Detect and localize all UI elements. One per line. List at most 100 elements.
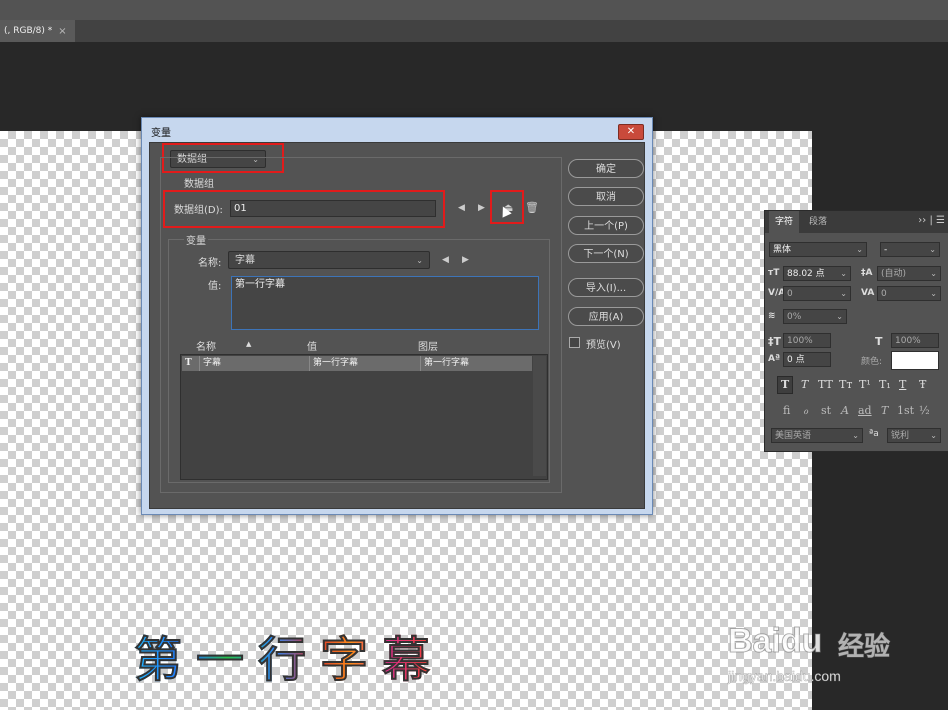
dataset-field[interactable]: 01 [230,200,436,217]
swash-button[interactable]: A [841,404,849,417]
ok-button[interactable]: 确定 [568,159,644,178]
font-family-value: 黑体 [773,245,792,255]
text-layer-icon: T [182,356,200,371]
tracking-icon: VA [861,288,875,298]
dialog-body: 数据组 ⌄ 数据组 数据组(D): 01 ◀ ▶ ⏏ 🗑 变量 名称: 字幕 ⌄… [149,142,645,509]
next-dataset-icon[interactable]: ▶ [478,203,485,213]
prev-dataset-icon[interactable]: ◀ [458,203,465,213]
close-icon[interactable]: × [58,26,66,37]
app-menu-bar [0,0,948,20]
kerning-field[interactable]: 0 ⌄ [783,286,851,301]
dialog-title-bar[interactable]: 变量 ✕ [142,118,652,142]
value-text: 第一行字幕 [235,279,285,290]
font-style-value: - [884,245,888,255]
horizontal-scale-value: 100% [895,336,921,346]
anti-alias-icon: ªa [869,429,879,439]
language-value: 美国英语 [775,431,812,441]
strikethrough-button[interactable]: Ŧ [919,378,926,391]
chevron-down-icon: ⌄ [840,269,847,278]
color-swatch[interactable] [891,351,939,370]
next-variable-icon[interactable]: ▶ [462,255,469,265]
tracking-field[interactable]: 0 ⌄ [877,286,941,301]
value-label: 值: [208,281,222,292]
document-tab-bar: (, RGB/8) * × [0,20,948,42]
anti-alias-value: 锐利 [891,431,910,441]
variable-name-select[interactable]: 字幕 ⌄ [228,251,430,269]
superscript-button[interactable]: T¹ [859,378,871,391]
vertical-scale-field[interactable]: 100% [783,333,831,348]
dataset-label: 数据组(D): [174,205,223,216]
preview-checkbox[interactable] [569,337,580,348]
watermark-brand: Baidu [727,622,823,661]
row-value: 第一行字幕 [310,356,421,371]
value-textarea[interactable]: 第一行字幕 [231,276,539,330]
apply-button[interactable]: 应用(A) [568,307,644,326]
small-caps-button[interactable]: Tт [839,378,852,391]
leading-icon: ‡A [861,268,873,278]
panel-menu-icon[interactable]: ›› | ☰ [918,215,945,226]
tab-paragraph[interactable]: 段落 [803,211,833,233]
baseline-shift-field[interactable]: 0 点 [783,352,831,367]
all-caps-button[interactable]: TT [818,378,833,391]
cancel-button[interactable]: 取消 [568,187,644,206]
tsume-icon: ≋ [768,311,776,321]
chevron-down-icon: ⌄ [416,256,423,265]
preview-label: 预览(V) [586,340,621,351]
alternate-ligature-button[interactable]: ℴ [803,404,808,417]
horizontal-scale-icon: T [875,335,883,348]
ligature-button[interactable]: fi [783,404,790,417]
chevron-down-icon: ⌄ [930,289,937,298]
table-row[interactable]: T 字幕 第一行字幕 第一行字幕 [182,356,532,371]
panel-tabs: 字符 段落 ›› | ☰ [765,211,948,233]
name-label: 名称: [198,258,222,269]
baseline-shift-icon: Aª [768,354,781,364]
previous-button[interactable]: 上一个(P) [568,216,644,235]
prev-variable-icon[interactable]: ◀ [442,255,449,265]
variable-name-value: 字幕 [235,255,255,266]
column-header-name[interactable]: 名称 [196,338,216,353]
faux-italic-button[interactable]: T [801,378,808,391]
anti-alias-select[interactable]: 锐利 ⌄ [887,428,941,443]
faux-bold-button[interactable]: T [781,378,789,391]
color-label: 颜色: [861,357,883,367]
next-button[interactable]: 下一个(N) [568,244,644,263]
titling-alternates-button[interactable]: T [881,404,888,417]
dialog-title: 变量 [151,128,171,139]
trash-icon[interactable]: 🗑 [525,201,539,214]
import-button[interactable]: 导入(I)... [568,278,644,297]
underline-button[interactable]: T [899,378,906,391]
column-header-value[interactable]: 值 [307,338,317,353]
character-panel: 字符 段落 ›› | ☰ 黑体 ⌄ - ⌄ тT 88.02 点 ⌄ ‡A (自动) ⌄… [764,210,948,452]
font-family-select[interactable]: 黑体 ⌄ [769,242,867,257]
kerning-value: 0 [787,289,793,299]
baseline-shift-value: 0 点 [787,355,805,365]
font-size-field[interactable]: 88.02 点 ⌄ [783,266,851,281]
document-tab[interactable]: (, RGB/8) * × [0,20,75,42]
tsume-field[interactable]: 0% ⌄ [783,309,847,324]
font-size-icon: тT [768,268,780,278]
watermark-url: jingyan.baidu.com [728,668,841,685]
language-select[interactable]: 美国英语 ⌄ [771,428,863,443]
dataset-group-label: 数据组 [184,179,214,190]
stylistic-alternates-button[interactable]: ad [858,404,872,417]
leading-field[interactable]: (自动) ⌄ [877,266,941,281]
tab-character[interactable]: 字符 [769,211,800,233]
horizontal-scale-field[interactable]: 100% [891,333,939,348]
fractions-button[interactable]: ½ [919,404,930,417]
variables-table: T 字幕 第一行字幕 第一行字幕 [180,354,548,480]
discretionary-ligature-button[interactable]: st [821,404,831,417]
close-icon[interactable]: ✕ [618,124,644,140]
chevron-down-icon: ⌄ [930,269,937,278]
dataset-value: 01 [234,203,247,214]
subscript-button[interactable]: T₁ [879,378,891,391]
watermark-brand-cn: 经验 [837,632,891,663]
ordinals-button[interactable]: 1st [897,404,914,417]
row-name: 字幕 [200,356,310,371]
vertical-scale-icon: ‡T [768,335,782,348]
chevron-down-icon: ⌄ [840,289,847,298]
font-style-select[interactable]: - ⌄ [880,242,940,257]
leading-value: (自动) [881,269,907,279]
column-header-layer[interactable]: 图层 [418,338,438,353]
table-scrollbar[interactable] [533,356,546,476]
canvas-caption-text: 第一行字幕 [134,620,444,690]
